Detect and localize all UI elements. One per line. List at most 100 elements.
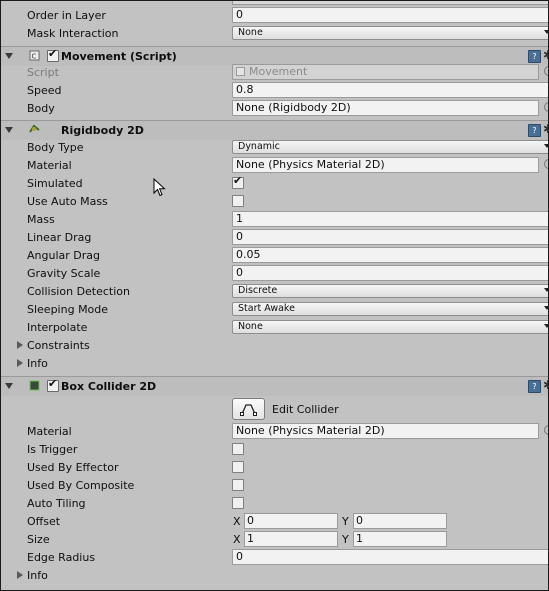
angular-drag-field[interactable]: 0.05 [232,247,548,263]
edit-collider-label: Edit Collider [272,403,339,416]
rigidbody-title: Rigidbody 2D [61,124,144,137]
partial-field-top [232,1,548,5]
object-picker-icon[interactable] [544,102,548,112]
order-in-layer-label: Order in Layer [27,9,106,22]
object-picker-icon[interactable] [544,425,548,435]
sleeping-mode-row: Sleeping Mode Start Awake [1,300,548,318]
movement-title: Movement (Script) [61,50,177,63]
sleeping-mode-label: Sleeping Mode [27,303,109,316]
body-type-dropdown[interactable]: Dynamic [232,140,548,154]
size-x-label: X [233,533,241,546]
script-row: Script Movement [1,63,548,81]
rb-material-label: Material [27,159,72,172]
object-picker-icon[interactable] [544,66,548,76]
edge-radius-row: Edge Radius 0 [1,548,548,566]
auto-tiling-label: Auto Tiling [27,497,86,510]
fold-arrow-icon[interactable] [5,127,13,133]
edit-collider-icon [240,404,257,416]
mass-field[interactable]: 1 [232,211,548,227]
svg-text:C: C [32,53,37,61]
used-by-effector-checkbox[interactable] [232,461,244,473]
auto-tiling-checkbox[interactable] [232,497,244,509]
check-icon: ✔ [48,47,58,60]
offset-y-value: 0 [356,514,363,527]
collision-detection-dropdown[interactable]: Discrete [232,284,548,298]
angular-drag-label: Angular Drag [27,249,100,262]
angular-drag-value: 0.05 [236,248,261,261]
rigidbody-component-header[interactable]: Rigidbody 2D ? ✱ [1,120,548,140]
order-in-layer-row: Order in Layer 0 [1,6,548,24]
size-x-value: 1 [247,532,254,545]
bc-info-foldout[interactable]: Info [1,566,548,584]
mass-label: Mass [27,213,55,226]
use-auto-mass-label: Use Auto Mass [27,195,108,208]
mask-interaction-dropdown[interactable]: None [232,26,548,40]
offset-y-field[interactable]: 0 [353,513,447,529]
help-icon[interactable]: ? [528,380,541,393]
fold-arrow-icon[interactable] [5,53,13,59]
is-trigger-label: Is Trigger [27,443,78,456]
size-y-field[interactable]: 1 [353,531,447,547]
order-in-layer-field[interactable]: 0 [232,7,548,23]
mass-value: 1 [236,212,243,225]
linear-drag-value: 0 [236,230,243,243]
simulated-checkbox[interactable]: ✔ [232,174,244,189]
sleeping-mode-dropdown[interactable]: Start Awake [232,302,548,316]
interpolate-dropdown[interactable]: None [232,320,548,334]
chevron-right-icon[interactable] [17,341,23,349]
size-x-field[interactable]: 1 [244,531,338,547]
edge-radius-value: 0 [236,550,243,563]
edit-collider-button[interactable] [232,398,265,420]
used-by-composite-checkbox[interactable] [232,479,244,491]
bc-material-value: None (Physics Material 2D) [236,424,385,437]
use-auto-mass-row: Use Auto Mass [1,192,548,210]
help-icon[interactable]: ? [528,124,541,137]
box-collider-component-header[interactable]: ✔ Box Collider 2D ? ✱ [1,376,548,396]
offset-x-field[interactable]: 0 [244,513,338,529]
edge-radius-field[interactable]: 0 [232,549,548,565]
rb-material-row: Material None (Physics Material 2D) [1,156,548,174]
object-picker-icon[interactable] [544,159,548,169]
linear-drag-field[interactable]: 0 [232,229,548,245]
mask-interaction-value: None [238,27,263,38]
box-collider-enable-checkbox[interactable]: ✔ [47,377,59,392]
constraints-foldout[interactable]: Constraints [1,336,548,354]
check-icon: ✔ [48,377,58,390]
edge-radius-label: Edge Radius [27,551,96,564]
used-by-effector-row: Used By Effector [1,458,548,476]
speed-label: Speed [27,84,62,97]
bc-material-field[interactable]: None (Physics Material 2D) [232,423,539,439]
body-value: None (Rigidbody 2D) [236,101,351,114]
movement-enable-checkbox[interactable]: ✔ [47,47,59,62]
speed-field[interactable]: 0.8 [232,82,548,98]
offset-x-value: 0 [247,514,254,527]
rb-material-field[interactable]: None (Physics Material 2D) [232,157,539,173]
bc-material-label: Material [27,425,72,438]
simulated-label: Simulated [27,177,83,190]
bc-material-row: Material None (Physics Material 2D) [1,422,548,440]
gear-icon[interactable]: ✱ [543,48,548,62]
help-icon[interactable]: ? [528,50,541,63]
body-label: Body [27,102,55,115]
rigidbody-icon [29,124,40,133]
body-field[interactable]: None (Rigidbody 2D) [232,100,539,116]
rb-info-foldout[interactable]: Info [1,354,548,372]
sleeping-mode-value: Start Awake [238,303,295,314]
gear-icon[interactable]: ✱ [543,122,548,136]
gravity-scale-field[interactable]: 0 [232,265,548,281]
offset-row: Offset X 0 Y 0 [1,512,548,530]
is-trigger-checkbox[interactable] [232,443,244,455]
gear-icon[interactable]: ✱ [543,378,548,392]
body-type-row: Body Type Dynamic [1,138,548,156]
order-in-layer-value: 0 [236,8,243,21]
gravity-scale-value: 0 [236,266,243,279]
fold-arrow-icon[interactable] [5,383,13,389]
speed-row: Speed 0.8 [1,81,548,99]
chevron-down-icon [544,324,548,328]
offset-y-label: Y [342,515,349,528]
chevron-right-icon[interactable] [17,571,23,579]
chevron-right-icon[interactable] [17,359,23,367]
auto-tiling-row: Auto Tiling [1,494,548,512]
use-auto-mass-checkbox[interactable] [232,195,244,207]
collision-detection-row: Collision Detection Discrete [1,282,548,300]
